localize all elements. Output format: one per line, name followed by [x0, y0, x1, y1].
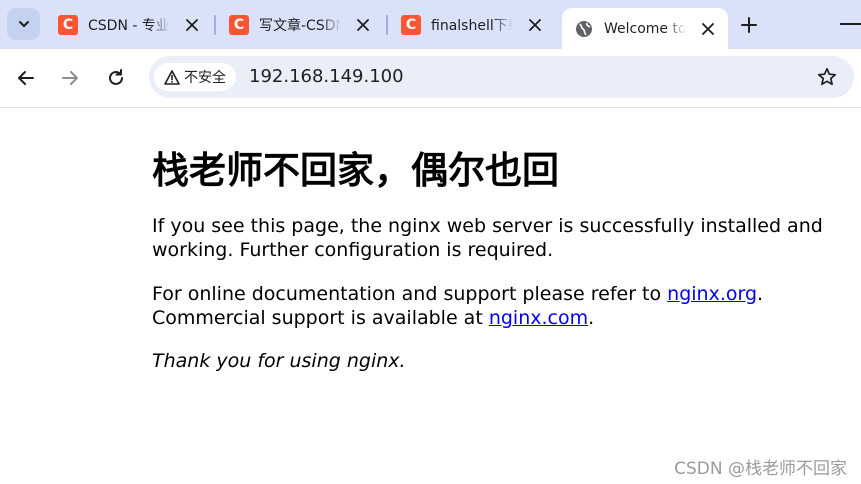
- reload-button[interactable]: [102, 64, 130, 92]
- browser-toolbar: 不安全 192.168.149.100: [0, 49, 861, 108]
- nginx-com-link[interactable]: nginx.com: [489, 307, 588, 329]
- forward-button[interactable]: [56, 64, 84, 92]
- arrow-right-icon: [62, 71, 78, 85]
- tab-title: 写文章-CSDN: [259, 17, 341, 34]
- intro-paragraph: If you see this page, the nginx web serv…: [152, 215, 823, 261]
- docs-text: .: [588, 307, 595, 329]
- docs-paragraph: For online documentation and support ple…: [152, 282, 832, 330]
- tab-title: finalshell下载: [431, 17, 513, 34]
- csdn-icon: C: [58, 14, 78, 35]
- tab-search-button[interactable]: [7, 8, 40, 40]
- new-tab-button[interactable]: [734, 12, 764, 38]
- csdn-icon: C: [229, 14, 249, 35]
- close-icon[interactable]: [527, 17, 543, 33]
- tab-separator: [214, 15, 216, 35]
- thanks-paragraph: Thank you for using nginx.: [152, 350, 406, 372]
- tab-write-article[interactable]: C 写文章-CSDN: [229, 8, 371, 41]
- security-label: 不安全: [184, 70, 226, 86]
- bookmark-star-icon[interactable]: [816, 66, 838, 88]
- tab-welcome-nginx[interactable]: Welcome to: [562, 8, 728, 49]
- tab-separator: [386, 15, 388, 35]
- tab-csdn[interactable]: C CSDN - 专业: [58, 8, 200, 41]
- csdn-icon: C: [401, 14, 421, 35]
- chevron-down-icon: [18, 21, 29, 27]
- plus-icon: [741, 17, 757, 33]
- close-icon[interactable]: [184, 17, 200, 33]
- back-button[interactable]: [12, 64, 40, 92]
- page-heading: 栈老师不回家，偶尔也回: [152, 149, 559, 192]
- globe-icon: [574, 19, 594, 39]
- arrow-left-icon: [18, 71, 34, 85]
- tab-strip: C CSDN - 专业 C 写文章-CSDN C finalshell下载 We…: [0, 0, 861, 49]
- minimize-button[interactable]: [840, 23, 861, 25]
- close-icon[interactable]: [700, 21, 716, 37]
- close-icon[interactable]: [355, 17, 371, 33]
- warning-icon: [164, 69, 180, 85]
- url-text[interactable]: 192.168.149.100: [249, 66, 404, 87]
- nginx-org-link[interactable]: nginx.org: [667, 283, 757, 305]
- reload-icon: [109, 69, 123, 85]
- csdn-watermark: CSDN @栈老师不回家: [674, 459, 847, 479]
- tab-finalshell[interactable]: C finalshell下载: [401, 8, 543, 41]
- address-bar[interactable]: 不安全 192.168.149.100: [149, 56, 854, 98]
- security-chip[interactable]: 不安全: [154, 63, 236, 91]
- tab-title: Welcome to: [604, 20, 686, 37]
- tab-title: CSDN - 专业: [88, 17, 170, 34]
- docs-text: For online documentation and support ple…: [152, 283, 668, 305]
